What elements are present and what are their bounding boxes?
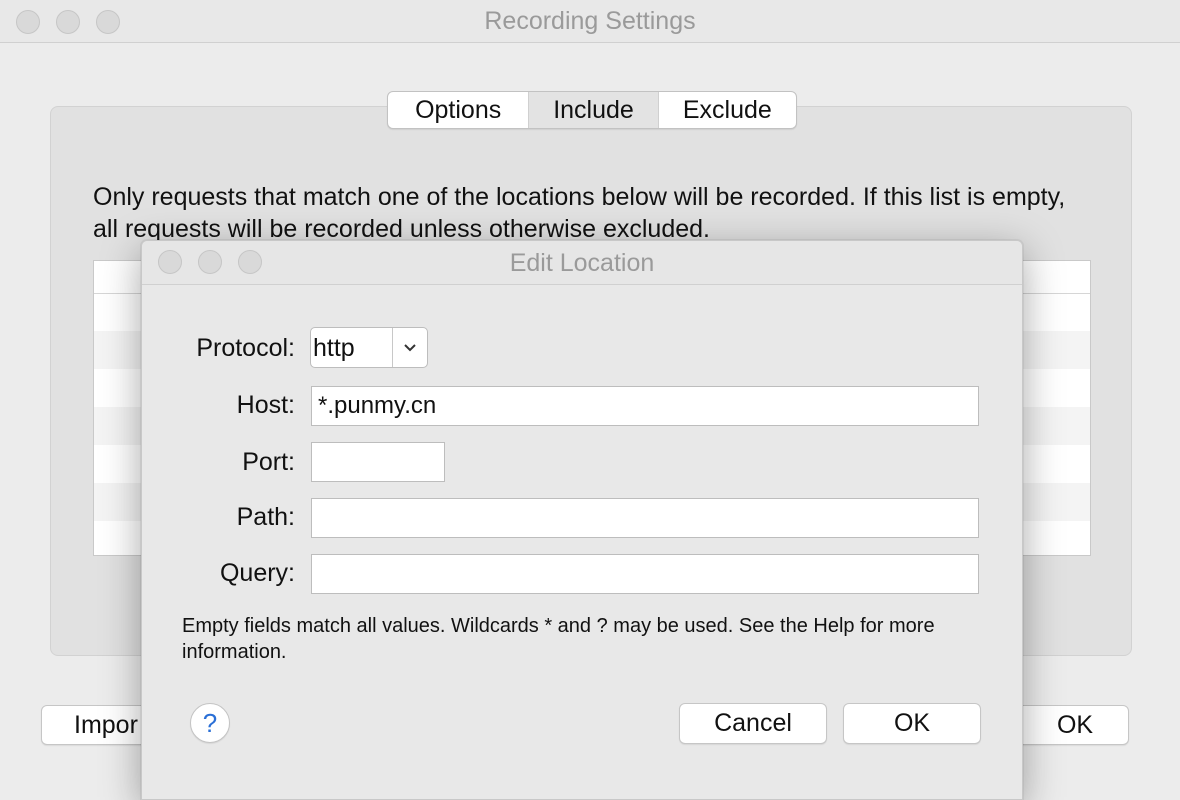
port-input[interactable]	[311, 442, 445, 482]
dialog-titlebar: Edit Location	[142, 241, 1022, 285]
wildcard-help-note: Empty fields match all values. Wildcards…	[182, 615, 935, 663]
help-icon[interactable]: ?	[190, 703, 230, 743]
protocol-value: http	[313, 334, 355, 362]
tab-include[interactable]: Include	[529, 92, 659, 128]
protocol-label: Protocol:	[196, 334, 295, 362]
host-label: Host:	[236, 391, 295, 419]
window-titlebar: Recording Settings	[0, 0, 1180, 43]
query-label: Query:	[219, 559, 295, 587]
query-input[interactable]	[311, 554, 979, 594]
ok-button[interactable]: OK	[843, 703, 981, 744]
tab-exclude[interactable]: Exclude	[659, 92, 796, 128]
port-label: Port:	[242, 448, 295, 476]
edit-location-dialog: Edit Location Protocol: http Host: Port:…	[141, 240, 1023, 800]
include-description: Only requests that match one of the loca…	[93, 183, 1066, 243]
chevron-down-icon	[392, 328, 427, 367]
tab-options[interactable]: Options	[388, 92, 530, 128]
tab-bar: Options Include Exclude	[387, 91, 797, 129]
protocol-select[interactable]: http	[310, 327, 428, 368]
host-input[interactable]	[311, 386, 979, 426]
window-title: Recording Settings	[484, 7, 696, 35]
path-input[interactable]	[311, 498, 979, 538]
cancel-button[interactable]: Cancel	[679, 703, 827, 744]
dialog-title: Edit Location	[509, 249, 655, 277]
path-label: Path:	[236, 503, 295, 531]
